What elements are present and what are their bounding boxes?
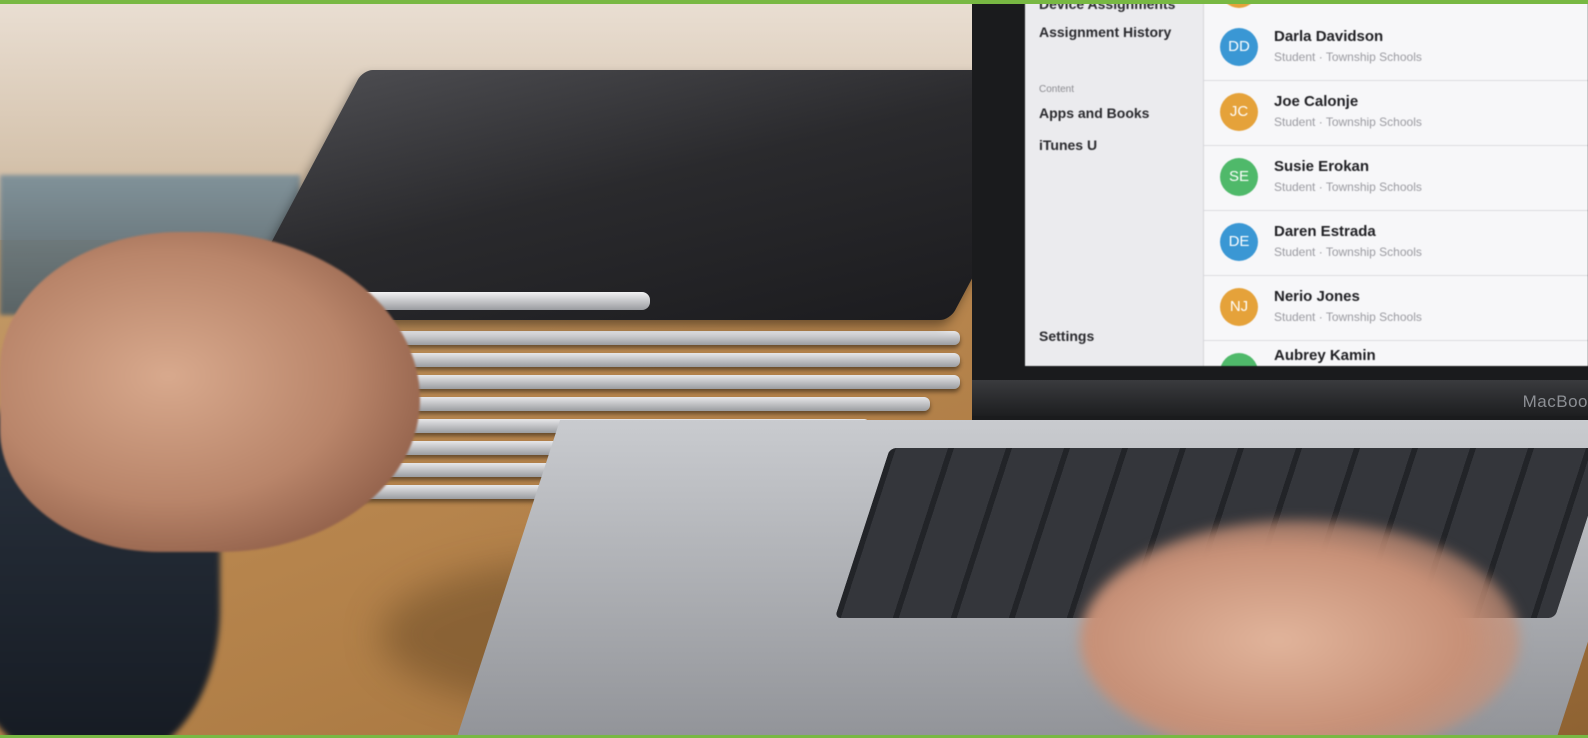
person-name: Darla Davidson	[1274, 28, 1384, 45]
list-item[interactable]: SE Susie Erokan Student · Township Schoo…	[1204, 146, 1588, 211]
sidebar-item-settings[interactable]: Settings	[1039, 328, 1094, 344]
person-name: Joe Calonje	[1274, 93, 1359, 110]
avatar: SE	[1220, 158, 1258, 196]
laptop-screen: Device Assignments Assignment History Co…	[1025, 0, 1588, 366]
photo-scene: MacBoo Device Assignments Assignment His…	[0, 0, 1588, 738]
accent-top-bar	[0, 0, 1588, 4]
person-subtitle: Student · Township Schools	[1274, 115, 1422, 129]
sidebar-item-apps-and-books[interactable]: Apps and Books	[1039, 105, 1149, 121]
avatar: DE	[1220, 223, 1258, 261]
avatar: JC	[1220, 93, 1258, 131]
avatar: DD	[1220, 28, 1258, 66]
person-subtitle: Student · Township Schools	[1274, 310, 1422, 324]
people-list: DD Darla Davidson Student · Township Sch…	[1204, 0, 1588, 366]
laptop-brand-label: MacBoo	[1522, 392, 1588, 411]
list-item[interactable]: Aubrey Kamin	[1204, 341, 1588, 366]
person-subtitle: Student · Township Schools	[1274, 50, 1422, 64]
list-item[interactable]: DE Daren Estrada Student · Township Scho…	[1204, 211, 1588, 276]
list-item[interactable]: JC Joe Calonje Student · Township School…	[1204, 81, 1588, 146]
list-item[interactable]: NJ Nerio Jones Student · Township School…	[1204, 276, 1588, 341]
person-name: Nerio Jones	[1274, 288, 1360, 305]
person-name: Aubrey Kamin	[1274, 347, 1376, 364]
list-item[interactable]: DD Darla Davidson Student · Township Sch…	[1204, 16, 1588, 81]
sidebar-section-content: Content	[1039, 84, 1075, 95]
person-name: Susie Erokan	[1274, 158, 1370, 175]
laptop-bezel	[972, 380, 1588, 416]
sidebar-item-itunes-u[interactable]: iTunes U	[1039, 137, 1097, 153]
avatar	[1220, 353, 1258, 366]
person-subtitle: Student · Township Schools	[1274, 180, 1422, 194]
avatar: NJ	[1220, 288, 1258, 326]
sidebar-item-assignment-history[interactable]: Assignment History	[1039, 24, 1171, 40]
person-subtitle: Student · Township Schools	[1274, 245, 1422, 259]
sidebar: Device Assignments Assignment History Co…	[1025, 0, 1204, 366]
person-name: Daren Estrada	[1274, 223, 1376, 240]
